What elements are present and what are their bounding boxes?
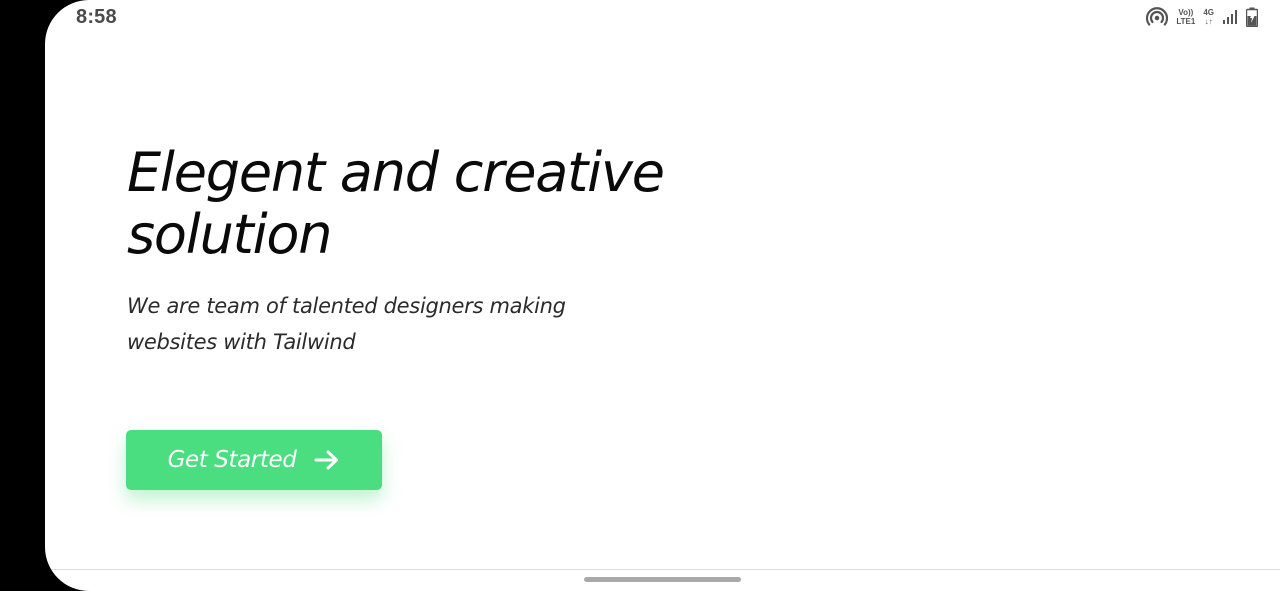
get-started-label: Get Started [167,447,297,473]
arrow-right-icon [314,449,340,471]
network-label: 4G [1203,8,1214,17]
status-icons: Vo)) LTE1 4G ↓↑ [1146,7,1258,27]
bottom-divider [45,569,1280,570]
lte-label: LTE1 [1176,17,1196,26]
hero-section: Elegent and creative solution We are tea… [127,142,767,360]
signal-icon [1222,9,1238,25]
hero-subtitle: We are team of talented designers making… [127,294,566,354]
battery-icon [1246,7,1258,27]
status-bar: 8:58 Vo)) LTE1 4G ↓↑ [45,0,1280,36]
hotspot-icon [1146,7,1169,27]
network-4g-icon: 4G ↓↑ [1203,8,1214,26]
app-screen: 8:58 Vo)) LTE1 4G ↓↑ Elegent and creativ… [45,0,1280,591]
home-indicator[interactable] [584,577,741,582]
status-time: 8:58 [76,6,117,28]
volte-label: Vo)) [1178,8,1194,17]
hero-title: Elegent and creative solution [127,141,665,266]
get-started-button[interactable]: Get Started [126,430,382,490]
data-arrows-icon: ↓↑ [1204,17,1213,26]
volte-icon: Vo)) LTE1 [1176,8,1195,26]
